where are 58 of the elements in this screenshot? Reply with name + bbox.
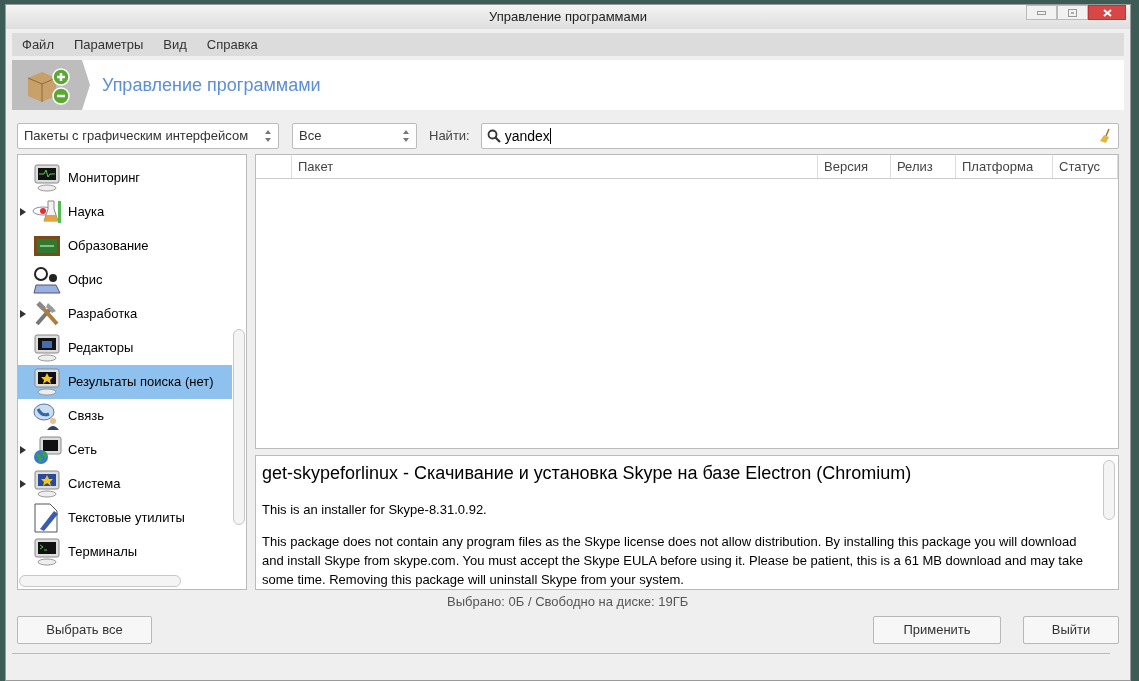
expander-icon[interactable] — [20, 310, 26, 318]
quit-button[interactable]: Выйти — [1023, 616, 1119, 644]
spinner-arrows-icon — [264, 129, 272, 143]
monitor-icon — [32, 333, 62, 363]
star-monitor-icon — [32, 469, 62, 499]
column-header[interactable]: Платформа — [956, 155, 1053, 178]
spinner-arrows-icon — [402, 129, 410, 143]
menu-item[interactable]: Параметры — [65, 32, 152, 57]
status-text: Выбрано: 0Б / Свободно на диске: 19ГБ — [447, 593, 689, 612]
vertical-scrollbar[interactable] — [233, 329, 245, 525]
globe-monitor-icon — [32, 435, 62, 465]
category-item[interactable]: Мониторинг — [18, 161, 232, 195]
category-item[interactable]: Связь — [18, 399, 232, 433]
minimize-icon — [1037, 10, 1046, 15]
search-field[interactable]: yandex — [480, 123, 1119, 149]
maximize-icon — [1068, 8, 1077, 17]
menu-item[interactable]: Вид — [155, 32, 195, 57]
category-item[interactable]: Результаты поиска (нет) — [18, 365, 232, 399]
category-item[interactable]: Терминалы — [18, 535, 232, 569]
column-header[interactable]: Релиз — [891, 155, 956, 178]
category-item[interactable]: Наука — [18, 195, 232, 229]
monitor-icon — [32, 163, 62, 193]
column-header[interactable]: Пакет — [292, 155, 818, 178]
menu-item[interactable]: Справка — [198, 32, 266, 57]
category-item[interactable]: Текстовые утилиты — [18, 501, 232, 535]
horizontal-scrollbar[interactable] — [19, 575, 181, 587]
description-paragraph: This package does not contain any program files as the Skype license does not allow distribution. By installing this package you will download and install Skype from skype.com. You must accept the Skype EULA before using it. Please be patient, this is a 61 MB download and may take some time. Removing this package will uninstall Skype from your system. — [262, 533, 1084, 589]
description-paragraph: This is an installer for Skype-8.31.0.92. — [262, 501, 488, 519]
column-header[interactable]: Статус — [1053, 155, 1118, 178]
apply-button[interactable]: Применить — [873, 616, 1001, 644]
maximize-button[interactable] — [1057, 5, 1088, 20]
menu-item[interactable]: Файл — [14, 32, 62, 57]
expander-icon[interactable] — [20, 446, 26, 454]
category-item[interactable]: Офис — [18, 263, 232, 297]
vertical-scrollbar[interactable] — [1103, 460, 1115, 520]
category-item[interactable]: Система — [18, 467, 232, 501]
close-icon — [1102, 8, 1112, 17]
search-icon — [486, 129, 501, 143]
header-title: Управление программами — [101, 73, 321, 97]
expander-icon[interactable] — [20, 208, 26, 216]
minimize-button[interactable] — [1026, 5, 1057, 20]
package-type-dropdown[interactable]: Пакеты с графическим интерфейсом — [17, 123, 279, 149]
column-header[interactable]: Версия — [818, 155, 891, 178]
category-item[interactable]: Сеть — [18, 433, 232, 467]
phone-person-icon — [32, 401, 62, 431]
expander-icon[interactable] — [20, 480, 26, 488]
select-all-button[interactable]: Выбрать все — [17, 616, 152, 644]
star-monitor-icon — [32, 367, 62, 397]
package-description-title: get-skypeforlinux - Скачивание и установка Skype на базе Electron (Chromium) — [262, 462, 913, 485]
category-item[interactable]: Разработка — [18, 297, 232, 331]
category-item[interactable]: Редакторы — [18, 331, 232, 365]
broom-icon — [1099, 128, 1113, 144]
close-button[interactable] — [1088, 5, 1126, 20]
terminal-icon — [32, 537, 62, 567]
window-title: Управление программами — [489, 8, 647, 27]
package-state-dropdown[interactable]: Все — [292, 123, 417, 149]
search-label: Найти: — [429, 127, 470, 146]
category-item[interactable]: Образование — [18, 229, 232, 263]
